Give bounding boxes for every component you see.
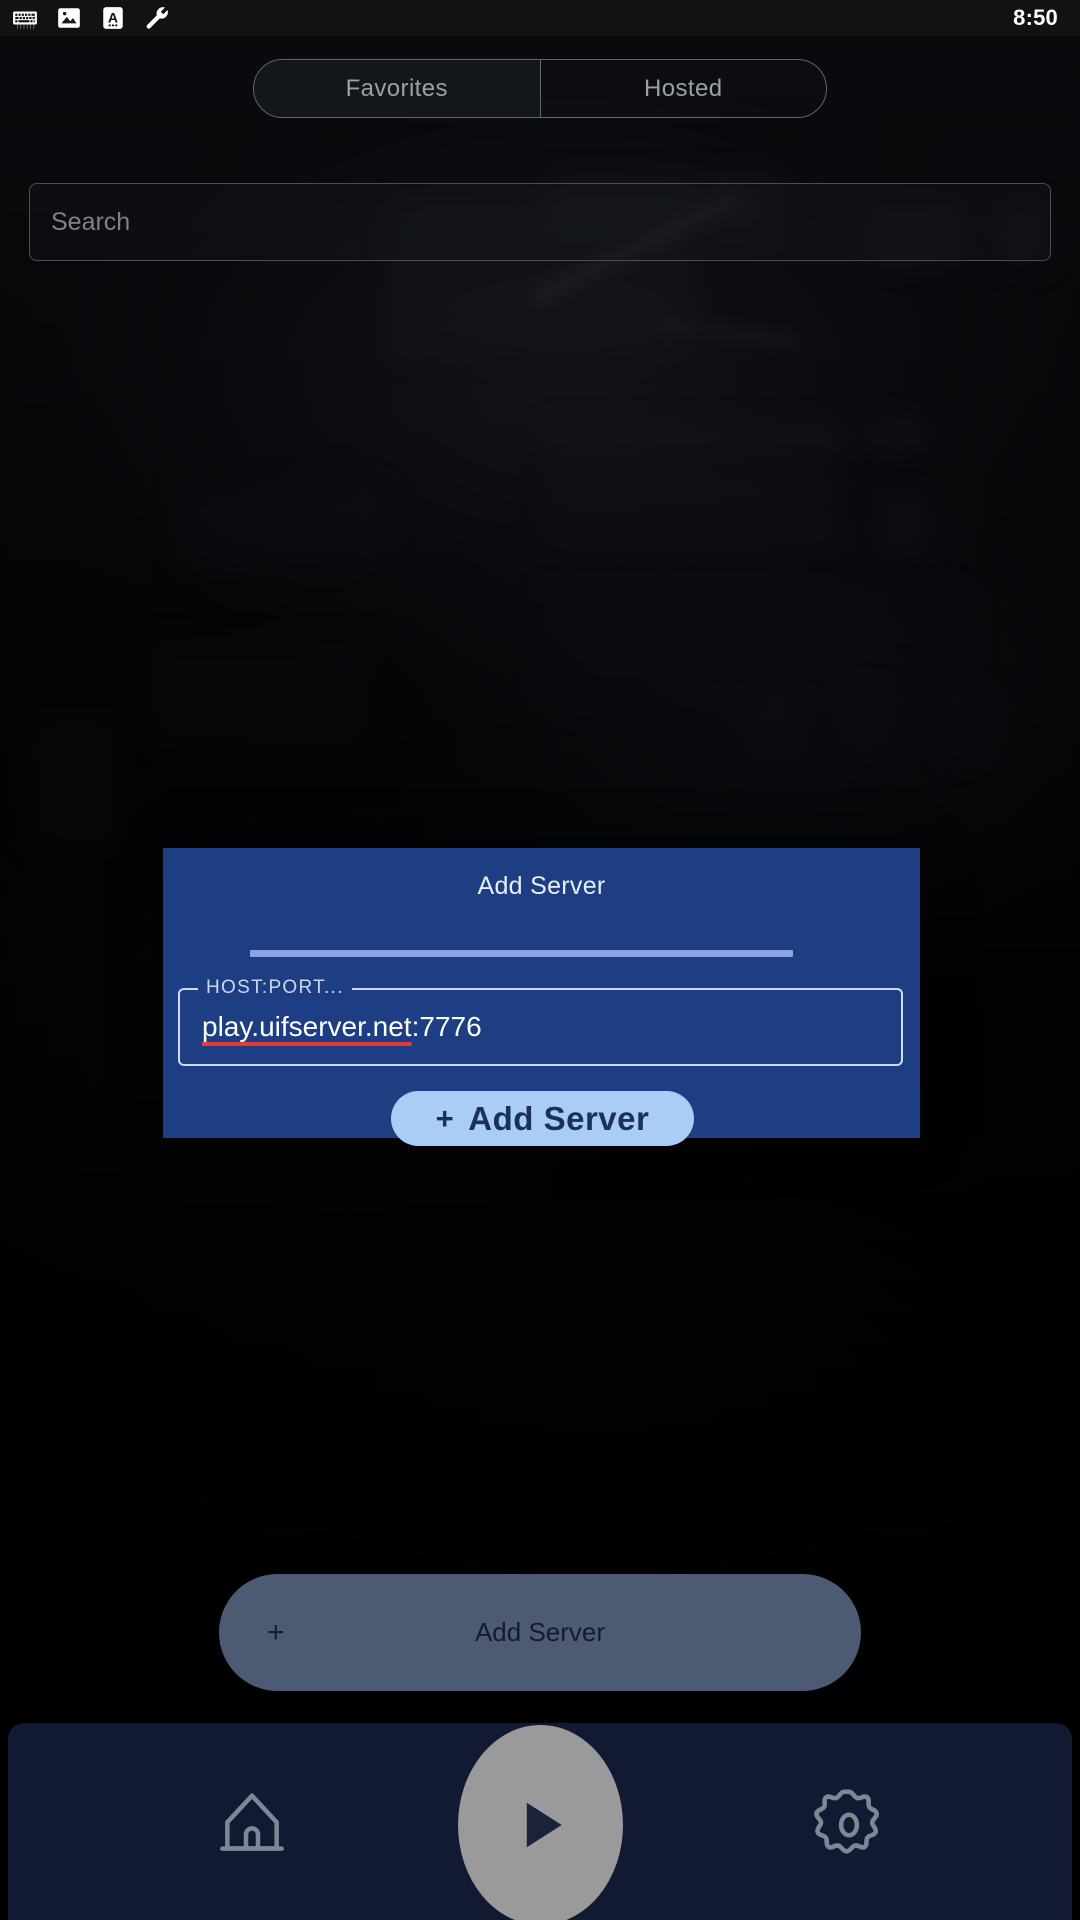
dialog-add-server-label: Add Server [468,1099,650,1137]
add-server-pill-button[interactable]: + Add Server [219,1574,861,1691]
image-icon [58,8,80,28]
tab-hosted-label: Hosted [644,74,723,102]
tab-favorites-label: Favorites [345,74,448,102]
text-input-icon: A [103,7,123,29]
home-icon[interactable] [208,1785,296,1865]
status-bar-clock: 8:50 [1013,5,1058,30]
dialog-progress-bar [250,950,793,957]
dialog-add-server-button[interactable]: + Add Server [391,1091,694,1146]
server-list-tabs: Favorites Hosted [253,59,827,118]
play-icon [526,1802,562,1848]
gear-icon[interactable] [808,1783,890,1867]
add-server-dialog: Add Server HOST:PORT... play.uifserver.n… [163,848,920,1146]
wrench-icon [146,7,168,29]
port-value-text: :7776 [411,1011,482,1042]
host-value-text: play.uifserver.net [202,1011,412,1042]
tab-favorites[interactable]: Favorites [254,60,540,117]
host-port-field[interactable]: HOST:PORT... play.uifserver.net:7776 [178,977,903,1066]
search-field-container[interactable] [29,183,1051,261]
dialog-title: Add Server [477,872,606,900]
app-screen: A 8:50 Favorites Hosted Add Server [0,0,1080,1920]
status-bar-icons: A [0,5,170,31]
tab-hosted[interactable]: Hosted [539,60,826,117]
svg-text:A: A [108,9,118,25]
play-button[interactable] [458,1725,623,1920]
keyboard-icon [13,11,37,29]
bottom-navigation-bar [8,1723,1072,1920]
plus-icon: + [267,1615,285,1649]
host-port-field-value: play.uifserver.net:7776 [202,1011,482,1043]
add-server-pill-label: Add Server [474,1617,606,1647]
status-bar: A 8:50 [0,0,1080,36]
plus-icon: + [435,1100,455,1136]
search-input[interactable] [51,207,1050,237]
host-port-field-label: HOST:PORT... [198,977,352,999]
